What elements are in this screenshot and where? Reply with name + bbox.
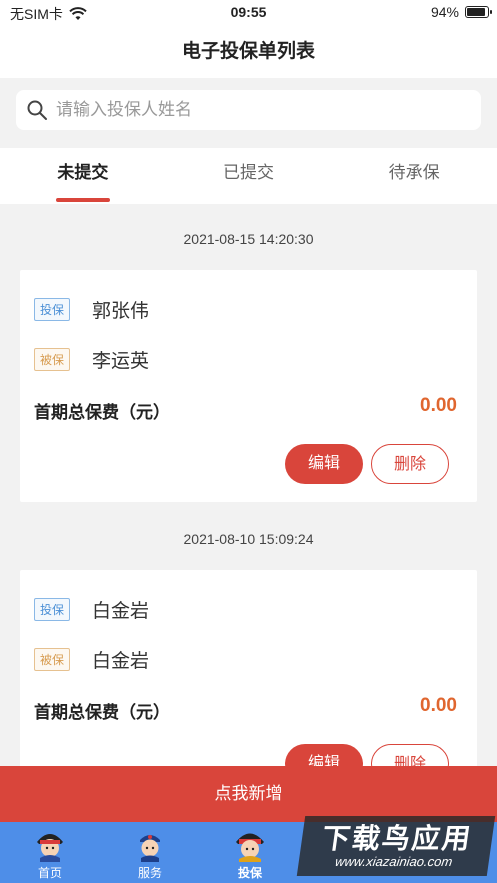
status-tabs: 未提交 已提交 待承保 [0, 148, 497, 204]
premium-label: 首期总保费（元） [34, 403, 170, 422]
watermark-main: 下载鸟应用 [319, 822, 475, 854]
add-new-button[interactable]: 点我新增 [0, 766, 497, 822]
avatar-icon [37, 834, 63, 862]
applicant-name: 郭张伟 [92, 301, 150, 322]
search-area [0, 78, 497, 148]
insured-tag: 被保 [34, 648, 71, 671]
insured-tag: 被保 [34, 348, 71, 371]
status-bar: 无SIM卡 09:55 94% [0, 0, 497, 26]
insured-name: 白金岩 [92, 651, 150, 672]
watermark-url: www.xiazainiao.com [334, 853, 454, 869]
tabbar-label: 投保 [237, 866, 262, 880]
tabbar-item-insure[interactable]: 投保 [200, 822, 300, 883]
record-date: 2021-08-15 14:20:30 [183, 231, 314, 247]
watermark-logo: 下载鸟应用 www.xiazainiao.com [296, 816, 496, 876]
search-input[interactable] [56, 100, 456, 120]
tabbar-item-service[interactable]: 服务 [100, 822, 200, 883]
tabbar-label: 服务 [137, 866, 162, 880]
battery-percent: 94% [430, 4, 459, 20]
premium-value: 0.00 [420, 695, 457, 716]
tab-unsubmitted[interactable]: 未提交 [0, 148, 166, 204]
page-title: 电子投保单列表 [0, 26, 497, 78]
clock: 09:55 [230, 4, 267, 20]
tab-pending-underwriting[interactable]: 待承保 [331, 148, 497, 204]
applicant-tag: 投保 [34, 598, 71, 621]
avatar-icon [140, 835, 160, 862]
applicant-row: 投保 郭张伟 [34, 296, 149, 323]
delete-button[interactable]: 删除 [371, 444, 449, 484]
battery-icon [465, 6, 492, 18]
record-date: 2021-08-10 15:09:24 [183, 531, 314, 547]
avatar-icon [236, 833, 264, 862]
tabbar-label: 首页 [37, 866, 62, 880]
premium-label: 首期总保费（元） [34, 703, 170, 722]
insured-row: 被保 白金岩 [34, 646, 149, 673]
premium-value: 0.00 [420, 395, 457, 416]
applicant-tag: 投保 [34, 298, 71, 321]
policy-card: 投保 郭张伟 被保 李运英 首期总保费（元） 0.00 编辑 删除 [20, 270, 477, 502]
search-box[interactable] [16, 90, 481, 130]
edit-button[interactable]: 编辑 [285, 444, 363, 484]
battery-group: 94% [430, 4, 492, 20]
tab-submitted[interactable]: 已提交 [166, 148, 332, 204]
insured-name: 李运英 [92, 351, 150, 372]
tabbar-item-home[interactable]: 首页 [0, 822, 100, 883]
search-icon [27, 100, 47, 120]
insured-row: 被保 李运英 [34, 346, 149, 373]
applicant-row: 投保 白金岩 [34, 596, 149, 623]
applicant-name: 白金岩 [92, 601, 150, 622]
